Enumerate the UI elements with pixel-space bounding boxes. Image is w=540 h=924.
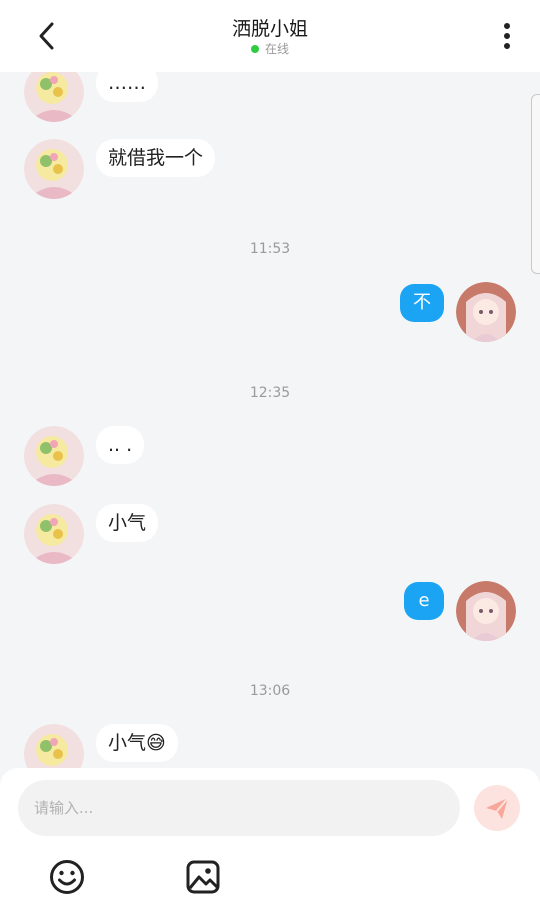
message-list[interactable]: …… 就借我一个 11:53 不 12:35 .. . 小气 e 13:06 小… [0,72,540,768]
contact-avatar[interactable] [24,504,84,564]
emoji-icon[interactable] [48,858,86,896]
image-icon[interactable] [184,858,222,896]
message-bubble-incoming[interactable]: 就借我一个 [96,139,216,177]
send-button[interactable] [474,785,520,831]
online-status-label: 在线 [264,42,289,56]
chat-header: 洒脱小姐 在线 [0,0,540,72]
message-timestamp: 11:53 [249,241,291,257]
message-bubble-incoming[interactable]: 小气 [96,504,159,542]
message-composer [0,768,540,924]
more-vertical-icon[interactable] [494,20,520,54]
contact-avatar[interactable] [24,724,84,768]
message-bubble-incoming[interactable]: .. . [96,426,145,464]
online-status: 在线 [0,40,540,57]
contact-avatar[interactable] [24,426,84,486]
message-bubble-incoming[interactable]: …… [96,72,158,102]
contact-name: 洒脱小姐 [231,18,308,40]
message-timestamp: 13:06 [249,683,291,699]
message-timestamp: 12:35 [249,385,291,401]
online-dot-icon [250,44,259,53]
contact-avatar[interactable] [24,72,84,122]
message-bubble-outgoing[interactable]: e [404,582,444,620]
user-avatar[interactable] [456,581,516,641]
contact-avatar[interactable] [24,139,84,199]
user-avatar[interactable] [456,282,516,342]
send-icon [486,797,509,819]
message-input[interactable] [18,780,460,836]
message-bubble-outgoing[interactable]: 不 [400,284,444,322]
message-bubble-incoming[interactable]: 小气😅 [96,724,178,762]
